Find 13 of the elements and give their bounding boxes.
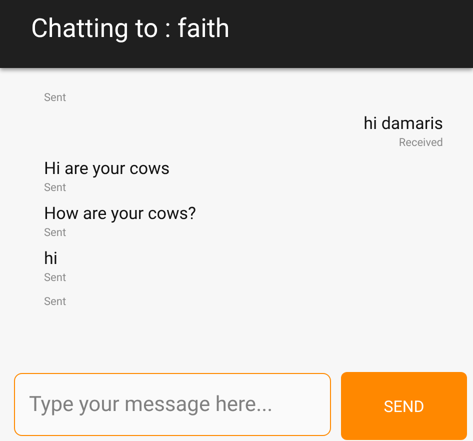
message-text: How are your cows? <box>44 204 196 225</box>
message-status: Sent <box>44 270 66 285</box>
message-text: hi <box>44 249 58 270</box>
message-text: hi damaris <box>364 114 443 135</box>
message-status: Sent <box>44 294 66 309</box>
message-status: Sent <box>44 90 66 105</box>
chat-title: Chatting to : faith <box>31 14 230 44</box>
message-status: Sent <box>44 180 66 195</box>
message-input[interactable]: Type your message here... <box>14 373 331 436</box>
message-status: Sent <box>44 225 66 240</box>
message-text: Hi are your cows <box>44 159 170 180</box>
message-status: Received <box>398 135 443 150</box>
send-button[interactable]: SEND <box>341 372 467 440</box>
